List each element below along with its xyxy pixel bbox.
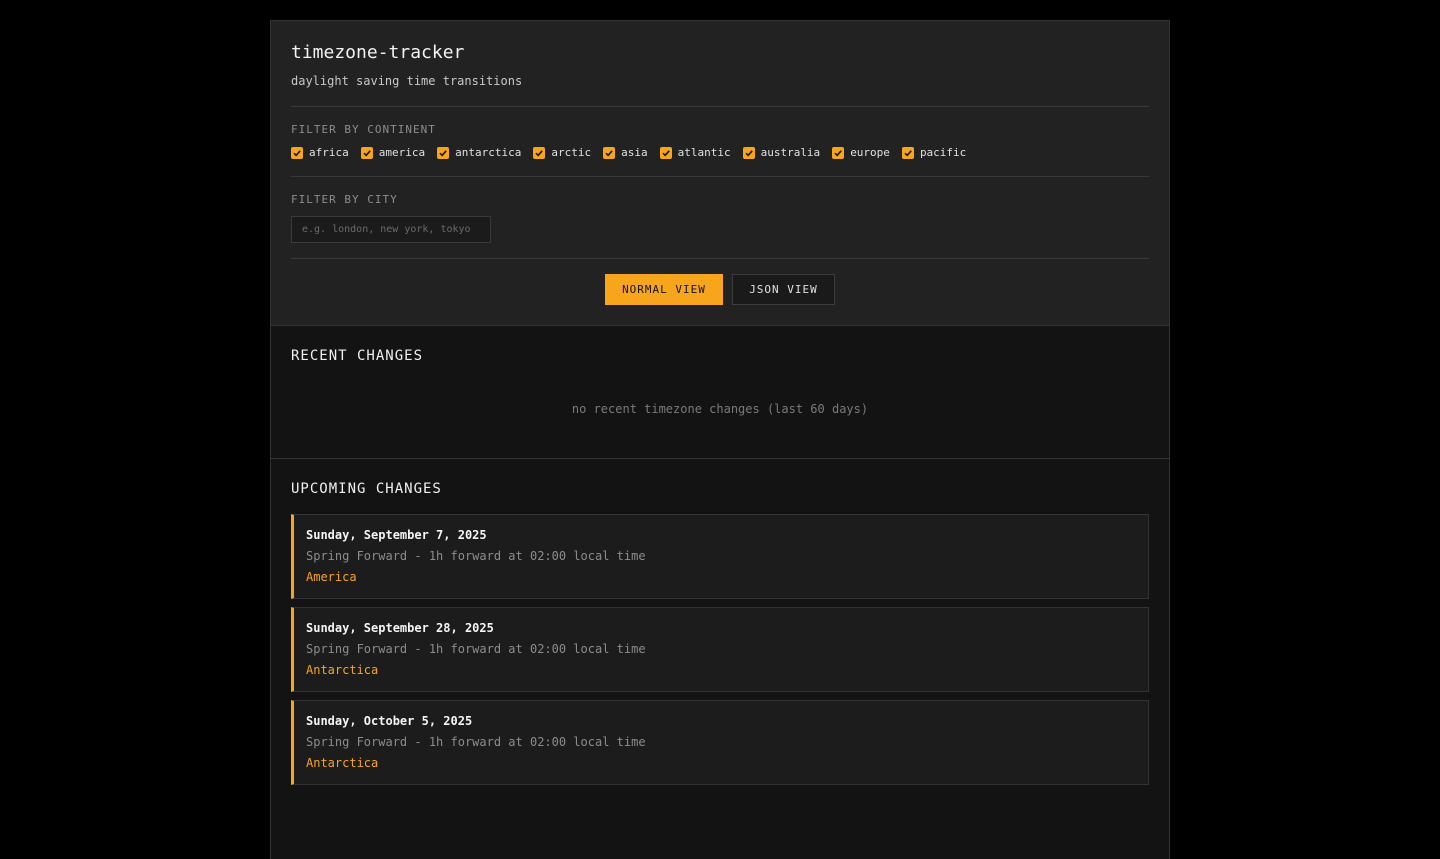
header-panel: timezone-tracker daylight saving time tr… — [271, 21, 1169, 326]
change-description: Spring Forward - 1h forward at 02:00 loc… — [306, 549, 646, 563]
continent-checkboxes: africa america antarctica arctic asia at… — [291, 146, 1149, 160]
checkbox-checked-icon[interactable] — [533, 147, 546, 159]
checkbox-checked-icon[interactable] — [291, 147, 303, 159]
upcoming-changes-section: UPCOMING CHANGES Sunday, September 7, 20… — [271, 459, 1169, 859]
list-item: Sunday, September 7, 2025 Spring Forward… — [291, 514, 1149, 599]
recent-changes-section: RECENT CHANGES no recent timezone change… — [271, 326, 1169, 459]
checkbox-pacific[interactable]: pacific — [901, 146, 967, 160]
app-container: timezone-tracker daylight saving time tr… — [270, 20, 1170, 859]
checkbox-asia[interactable]: asia — [603, 146, 648, 160]
checkbox-label: asia — [621, 146, 648, 159]
list-item: Sunday, October 5, 2025 Spring Forward -… — [291, 700, 1149, 785]
checkbox-label: atlantic — [677, 146, 731, 159]
change-date: Sunday, September 28, 2025 — [306, 621, 494, 635]
continent-filter-label: FILTER BY CONTINENT — [291, 123, 436, 136]
checkbox-label: america — [378, 146, 426, 159]
change-date: Sunday, October 5, 2025 — [306, 714, 473, 728]
checkbox-label: europe — [850, 146, 890, 159]
checkbox-label: africa — [309, 146, 349, 159]
change-description: Spring Forward - 1h forward at 02:00 loc… — [306, 735, 646, 749]
checkbox-label: arctic — [551, 146, 592, 159]
checkbox-checked-icon[interactable] — [742, 147, 755, 159]
change-region: Antarctica — [306, 756, 379, 770]
checkbox-checked-icon[interactable] — [603, 147, 616, 159]
checkbox-arctic[interactable]: arctic — [533, 146, 591, 160]
checkbox-label: pacific — [919, 146, 967, 159]
divider — [291, 106, 1149, 107]
checkbox-label: antarctica — [455, 146, 522, 159]
checkbox-checked-icon[interactable] — [832, 147, 845, 159]
divider — [291, 258, 1149, 259]
checkbox-checked-icon[interactable] — [437, 147, 450, 159]
recent-changes-title: RECENT CHANGES — [291, 348, 424, 364]
checkbox-africa[interactable]: africa — [291, 146, 349, 160]
checkbox-australia[interactable]: australia — [742, 146, 821, 160]
recent-empty-message: no recent timezone changes (last 60 days… — [571, 402, 869, 416]
view-toggle: NORMAL VIEW JSON VIEW — [291, 274, 1149, 305]
checkbox-america[interactable]: america — [360, 146, 426, 160]
list-item: Sunday, September 28, 2025 Spring Forwar… — [291, 607, 1149, 692]
normal-view-button[interactable]: NORMAL VIEW — [605, 274, 723, 305]
change-description: Spring Forward - 1h forward at 02:00 loc… — [306, 642, 646, 656]
change-region: America — [306, 570, 357, 584]
divider — [291, 176, 1149, 177]
checkbox-europe[interactable]: europe — [832, 146, 890, 160]
city-filter: FILTER BY CITY — [291, 193, 1149, 243]
checkbox-checked-icon[interactable] — [901, 147, 914, 159]
change-region: Antarctica — [306, 663, 379, 677]
page-subtitle: daylight saving time transitions — [291, 74, 523, 88]
checkbox-checked-icon[interactable] — [360, 147, 373, 159]
city-search-input[interactable] — [291, 216, 491, 243]
checkbox-label: australia — [760, 146, 821, 159]
checkbox-antarctica[interactable]: antarctica — [437, 146, 521, 160]
json-view-button[interactable]: JSON VIEW — [732, 274, 835, 305]
upcoming-list: Sunday, September 7, 2025 Spring Forward… — [291, 514, 1149, 785]
change-date: Sunday, September 7, 2025 — [306, 528, 487, 542]
city-filter-label: FILTER BY CITY — [291, 193, 398, 206]
page-title: timezone-tracker — [291, 42, 465, 63]
checkbox-checked-icon[interactable] — [659, 147, 672, 159]
checkbox-atlantic[interactable]: atlantic — [659, 146, 731, 160]
continent-filter: FILTER BY CONTINENT africa america antar… — [291, 123, 1149, 160]
upcoming-changes-title: UPCOMING CHANGES — [291, 481, 442, 497]
